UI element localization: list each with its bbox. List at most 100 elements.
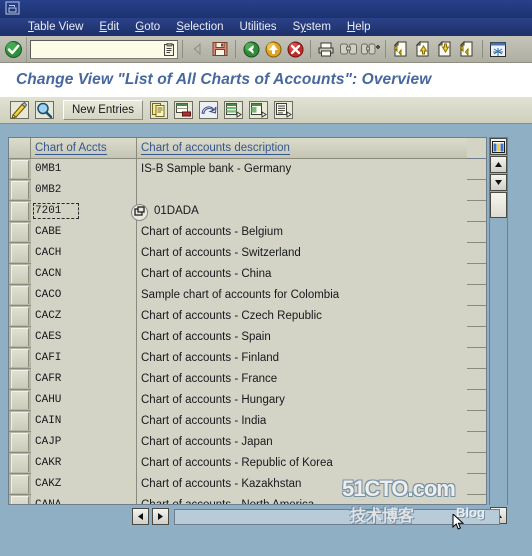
row-select-box[interactable]	[11, 286, 29, 304]
scroll-up-button[interactable]	[490, 156, 507, 173]
row-select-box[interactable]	[11, 265, 29, 283]
previous-page-icon[interactable]	[412, 38, 434, 60]
table-row[interactable]: CACO Sample chart of accounts for Colombi…	[9, 285, 486, 306]
column-header-chart-of-accts[interactable]: Chart of Accts	[31, 138, 137, 159]
new-entries-button[interactable]: New Entries	[63, 100, 143, 120]
cell-chart-of-accts[interactable]: CACO	[31, 285, 137, 306]
back-green-icon[interactable]	[240, 38, 262, 60]
row-select-button[interactable]	[9, 306, 31, 326]
row-select-button[interactable]	[9, 222, 31, 242]
row-select-box[interactable]	[11, 391, 29, 409]
row-select-button[interactable]	[9, 369, 31, 389]
row-select-button[interactable]	[9, 180, 31, 200]
column-header-description[interactable]: Chart of accounts description	[137, 138, 467, 159]
table-row[interactable]: CAJP Chart of accounts - Japan	[9, 432, 486, 453]
table-row[interactable]: CAFI Chart of accounts - Finland	[9, 348, 486, 369]
row-select-button[interactable]	[9, 474, 31, 494]
menu-item-selection[interactable]: Selection	[168, 19, 231, 35]
table-row[interactable]: CAKR Chart of accounts - Republic of Kore…	[9, 453, 486, 474]
menu-item-utilities[interactable]: Utilities	[232, 19, 285, 35]
row-select-button[interactable]	[9, 327, 31, 347]
cell-chart-of-accts[interactable]: CANA	[31, 495, 137, 504]
row-select-box[interactable]	[11, 223, 29, 241]
row-select-box[interactable]	[11, 412, 29, 430]
row-select-button[interactable]	[9, 453, 31, 473]
row-select-button[interactable]	[9, 201, 31, 221]
row-select-button[interactable]	[9, 159, 31, 179]
row-select-box[interactable]	[11, 181, 29, 199]
row-select-box[interactable]	[11, 349, 29, 367]
cell-chart-of-accts[interactable]: CAFR	[31, 369, 137, 390]
row-select-box[interactable]	[11, 454, 29, 472]
row-select-box[interactable]	[11, 370, 29, 388]
save-icon[interactable]	[209, 38, 231, 60]
menu-item-help[interactable]: Help	[339, 19, 379, 35]
row-select-button[interactable]	[9, 411, 31, 431]
scroll-left-button[interactable]	[132, 508, 149, 525]
table-row[interactable]: CACH Chart of accounts - Switzerland	[9, 243, 486, 264]
cell-description[interactable]: Chart of accounts - Japan	[137, 432, 467, 453]
table-settings-icon[interactable]	[490, 138, 507, 155]
cell-chart-of-accts[interactable]: CAJP	[31, 432, 137, 453]
cell-description[interactable]: IS-B Sample bank - Germany	[137, 159, 467, 180]
cell-description[interactable]: Chart of accounts - Republic of Korea	[137, 453, 467, 474]
cell-description[interactable]: Chart of accounts - China	[137, 264, 467, 285]
cell-description[interactable]: Chart of accounts - Kazakhstan	[137, 474, 467, 495]
row-select-box[interactable]	[11, 433, 29, 451]
table-row[interactable]: CACZ Chart of accounts - Czech Republic	[9, 306, 486, 327]
row-select-box[interactable]	[11, 307, 29, 325]
scroll-track[interactable]	[490, 219, 507, 506]
row-select-box[interactable]	[11, 496, 29, 504]
cell-description[interactable]: Chart of accounts - France	[137, 369, 467, 390]
cell-description[interactable]: 01DADA	[137, 201, 467, 222]
table-row[interactable]: CANA Chart of accounts - North America	[9, 495, 486, 504]
row-select-button[interactable]	[9, 348, 31, 368]
vertical-scrollbar[interactable]	[489, 137, 508, 524]
exit-yellow-icon[interactable]	[262, 38, 284, 60]
table-row[interactable]: 0MB1 IS-B Sample bank - Germany	[9, 159, 486, 180]
cell-description[interactable]	[137, 180, 467, 201]
scroll-right-button[interactable]	[152, 508, 169, 525]
table-row[interactable]: CABE Chart of accounts - Belgium	[9, 222, 486, 243]
variant-icon[interactable]	[272, 99, 295, 121]
undo-icon[interactable]	[197, 99, 220, 121]
row-select-box[interactable]	[11, 475, 29, 493]
row-select-button[interactable]	[9, 495, 31, 504]
cell-chart-of-accts[interactable]: CACH	[31, 243, 137, 264]
cell-description[interactable]: Chart of accounts - India	[137, 411, 467, 432]
deselect-all-icon[interactable]	[247, 99, 270, 121]
display-change-icon[interactable]	[8, 99, 31, 121]
find-next-icon[interactable]	[359, 38, 381, 60]
table-row[interactable]: CAFR Chart of accounts - France	[9, 369, 486, 390]
cell-description[interactable]: Sample chart of accounts for Colombia	[137, 285, 467, 306]
row-select-button[interactable]	[9, 285, 31, 305]
find-icon[interactable]	[337, 38, 359, 60]
cell-chart-of-accts[interactable]: CACZ	[31, 306, 137, 327]
select-all-icon[interactable]	[222, 99, 245, 121]
delete-icon[interactable]	[172, 99, 195, 121]
command-input[interactable]	[38, 42, 164, 56]
table-row[interactable]: CAHU Chart of accounts - Hungary	[9, 390, 486, 411]
row-select-button[interactable]	[9, 264, 31, 284]
cell-chart-of-accts[interactable]: CACN	[31, 264, 137, 285]
row-select-box[interactable]	[11, 160, 29, 178]
last-page-icon[interactable]	[456, 38, 478, 60]
menu-item-table-view[interactable]: Table View	[20, 19, 91, 35]
cell-chart-of-accts[interactable]: 7201	[31, 201, 137, 222]
table-row[interactable]: CAIN Chart of accounts - India	[9, 411, 486, 432]
cell-chart-of-accts[interactable]: CAIN	[31, 411, 137, 432]
row-select-box[interactable]	[11, 244, 29, 262]
command-dropdown-icon[interactable]	[164, 42, 175, 56]
table-row[interactable]: 7201 01DADA	[9, 201, 486, 222]
table-row[interactable]: 0MB2	[9, 180, 486, 201]
menu-item-system[interactable]: System	[285, 19, 339, 35]
row-select-box[interactable]	[11, 328, 29, 346]
cell-chart-of-accts[interactable]: CAES	[31, 327, 137, 348]
cell-chart-of-accts[interactable]: 0MB1	[31, 159, 137, 180]
copy-as-icon[interactable]	[148, 99, 170, 121]
scroll-thumb[interactable]	[490, 192, 507, 218]
cell-description[interactable]: Chart of accounts - Switzerland	[137, 243, 467, 264]
command-field[interactable]	[30, 39, 178, 59]
first-page-icon[interactable]	[390, 38, 412, 60]
cell-chart-of-accts[interactable]: CABE	[31, 222, 137, 243]
